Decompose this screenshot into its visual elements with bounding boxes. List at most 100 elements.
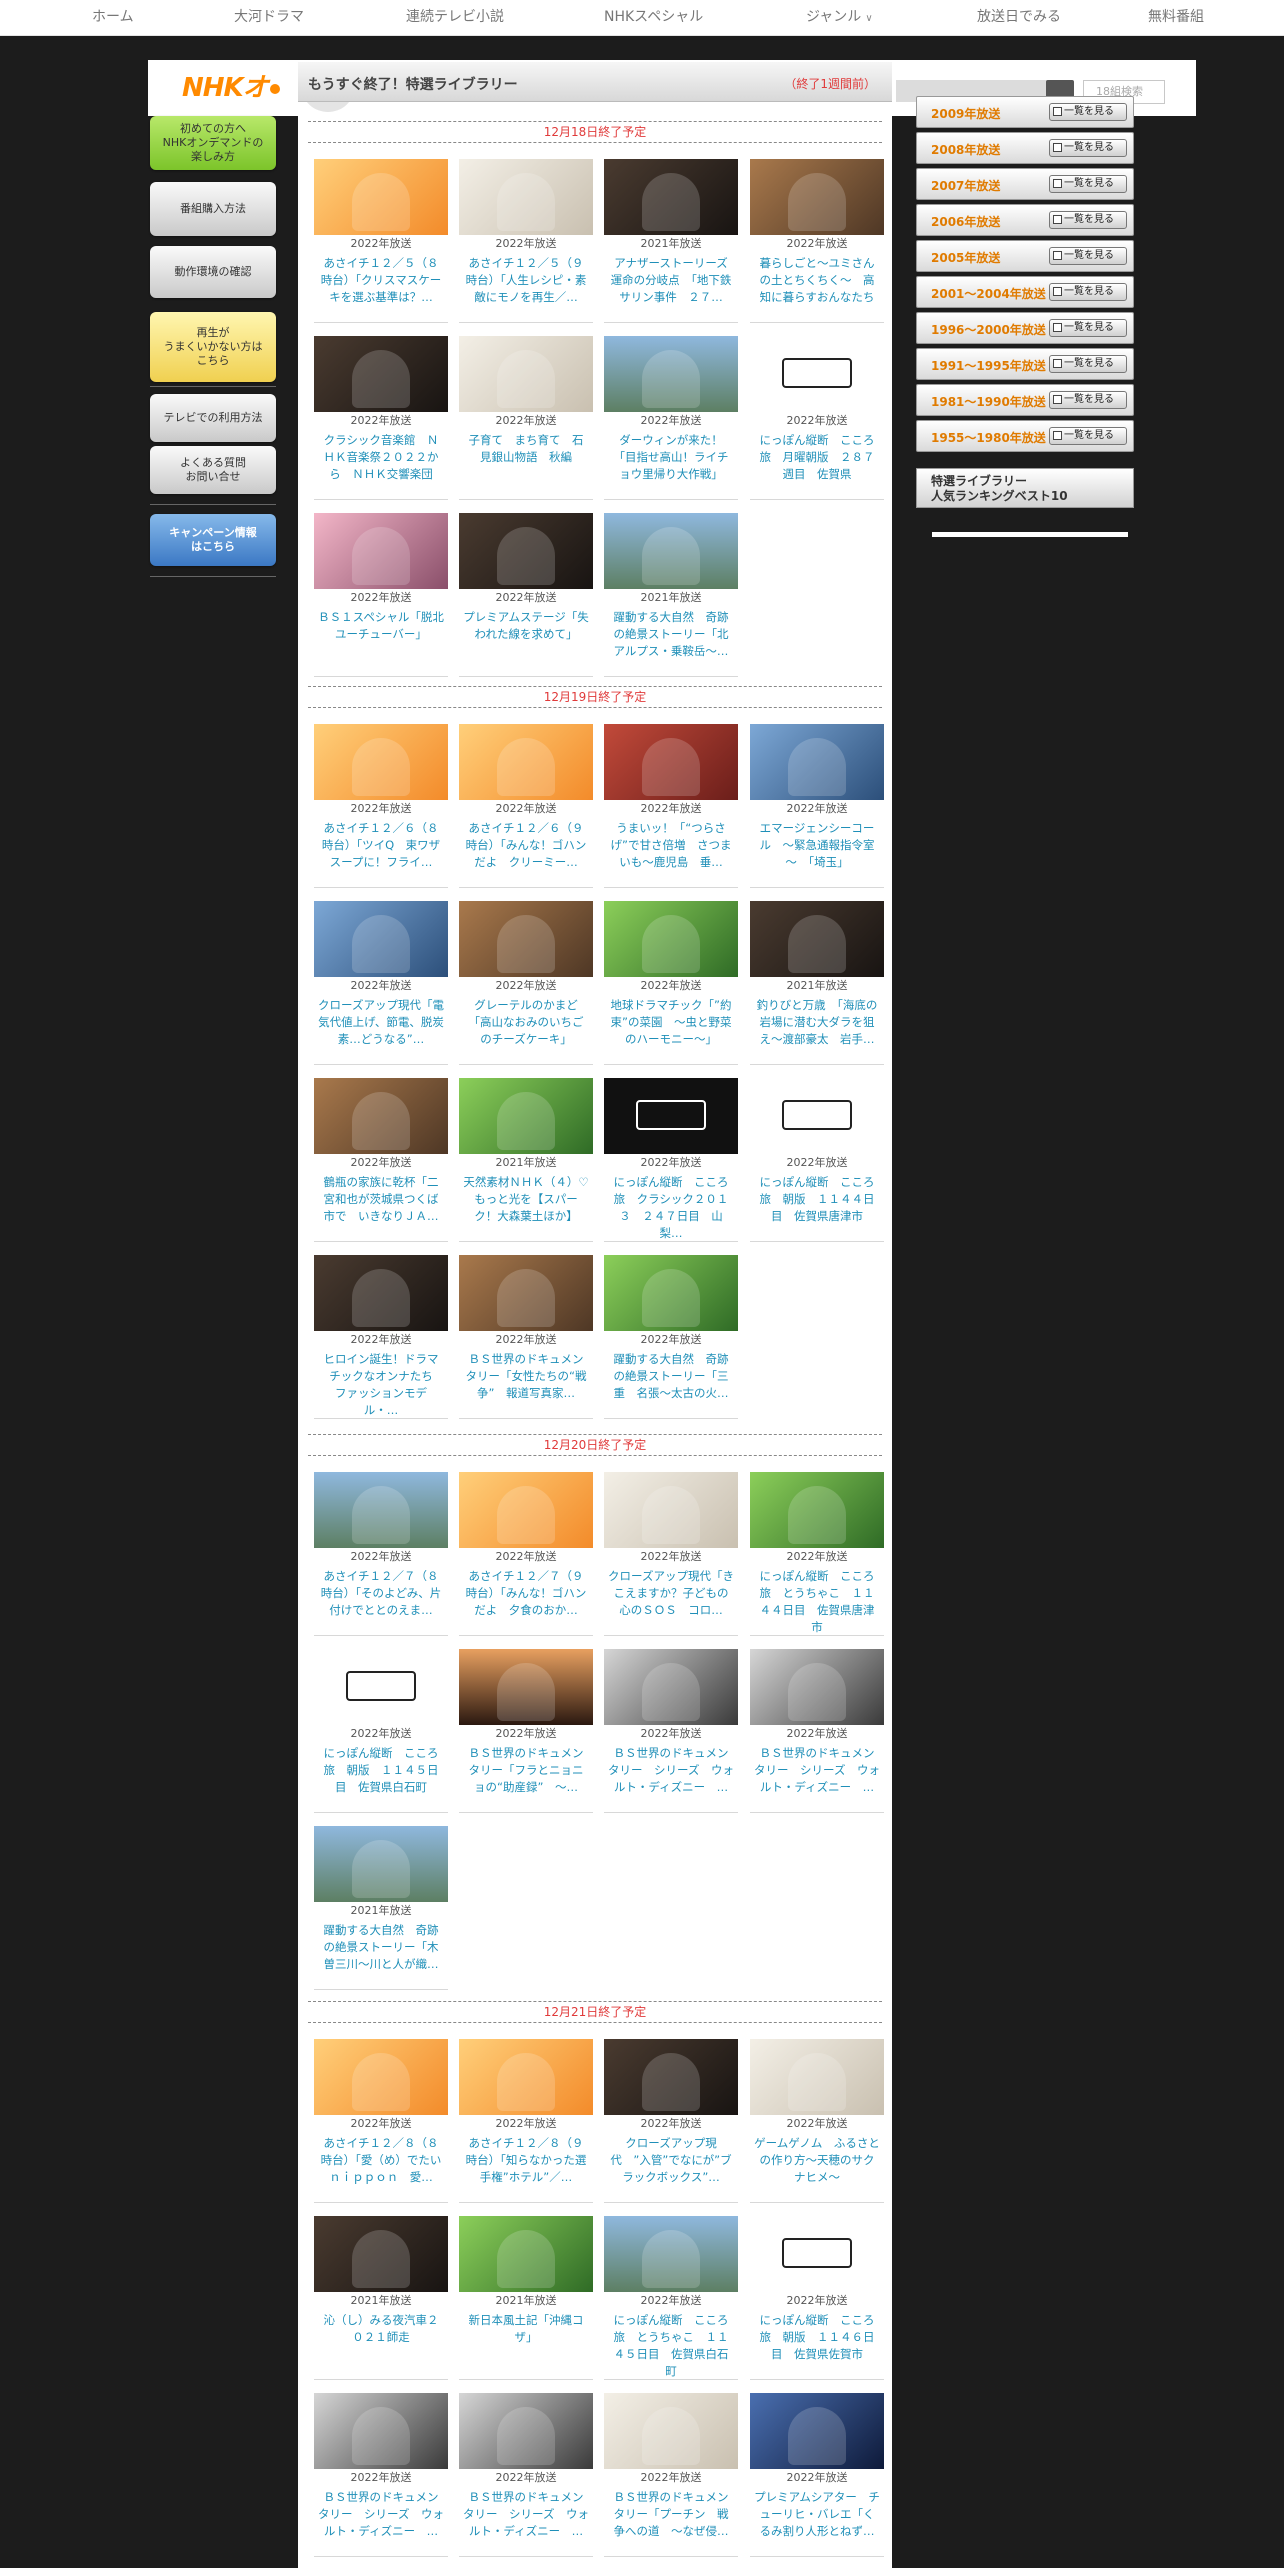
program-card[interactable]: 2021年放送 沁（し）みる夜汽車２０２１師走: [314, 2216, 448, 2382]
program-title-link[interactable]: クラシック音楽館 ＮＨＫ音楽祭２０２２から ＮＨＫ交響楽団: [318, 432, 444, 498]
program-thumbnail[interactable]: [459, 724, 593, 800]
program-title-link[interactable]: ＢＳ世界のドキュメンタリー シリーズ ウォルト・ディズニー …: [754, 1745, 880, 1811]
program-card[interactable]: 2022年放送 暮らしごと～ユミさんの土とちくちく～ 高知に暮らすおんなたち: [750, 159, 884, 325]
program-thumbnail[interactable]: [604, 901, 738, 977]
program-card[interactable]: 2022年放送 プレミアムシアター チューリヒ・バレエ「くるみ割り人形とねず…: [750, 2393, 884, 2559]
nav-item[interactable]: 連続テレビ小説: [406, 0, 504, 36]
program-thumbnail[interactable]: [604, 513, 738, 589]
program-title-link[interactable]: にっぽん縦断 こころ旅 とうちゃこ １１４４日目 佐賀県唐津市: [754, 1568, 880, 1634]
view-all-button[interactable]: 一覧を見る: [1049, 103, 1127, 121]
program-title-link[interactable]: にっぽん縦断 こころ旅 朝版 １１４４日目 佐賀県唐津市: [754, 1174, 880, 1240]
program-thumbnail[interactable]: [459, 2039, 593, 2115]
program-thumbnail[interactable]: [750, 901, 884, 977]
year-list-row[interactable]: 1996～2000年放送 一覧を見る: [916, 312, 1134, 344]
program-thumbnail[interactable]: [750, 2216, 884, 2292]
program-title-link[interactable]: ＢＳ世界のドキュメンタリー「フラとニョニョの“助産録” ～…: [463, 1745, 589, 1811]
program-thumbnail[interactable]: [459, 1472, 593, 1548]
program-title-link[interactable]: クローズアップ現代「電気代値上げ、節電、脱炭素…どうなる”…: [318, 997, 444, 1063]
nav-item[interactable]: ホーム: [92, 0, 134, 36]
program-thumbnail[interactable]: [604, 1472, 738, 1548]
program-card[interactable]: 2022年放送 ＢＳ世界のドキュメンタリー「女性たちの“戦争” 報道写真家…: [459, 1255, 593, 1421]
sidebar-button[interactable]: テレビでの利用方法: [150, 394, 276, 442]
program-thumbnail[interactable]: [314, 901, 448, 977]
program-card[interactable]: 2022年放送 クラシック音楽館 ＮＨＫ音楽祭２０２２から ＮＨＫ交響楽団: [314, 336, 448, 502]
program-title-link[interactable]: クローズアップ現代「きこえますか？子どもの心のＳＯＳ コロ…: [608, 1568, 734, 1634]
program-title-link[interactable]: ゲームゲノム ふるさとの作り方～天穂のサクナヒメ～: [754, 2135, 880, 2201]
program-title-link[interactable]: 沁（し）みる夜汽車２０２１師走: [318, 2312, 444, 2378]
program-title-link[interactable]: にっぽん縦断 こころ旅 クラシック２０１３ ２４７日目 山梨…: [608, 1174, 734, 1240]
program-card[interactable]: 2022年放送 ＢＳ１スペシャル「脱北ユーチューバー」: [314, 513, 448, 679]
view-all-button[interactable]: 一覧を見る: [1049, 427, 1127, 445]
program-thumbnail[interactable]: [314, 724, 448, 800]
program-title-link[interactable]: ヒロイン誕生！ドラマチックなオンナたち ファッションモデル・…: [318, 1351, 445, 1417]
program-thumbnail[interactable]: [314, 1472, 448, 1548]
program-card[interactable]: 2022年放送 あさイチ１２／８（９時台）「知らなかった選手権”ホテル”／…: [459, 2039, 593, 2205]
program-title-link[interactable]: にっぽん縦断 こころ旅 月曜朝版 ２８７週目 佐賀県: [754, 432, 880, 498]
nav-item[interactable]: 放送日でみる: [977, 0, 1061, 36]
program-title-link[interactable]: 躍動する大自然 奇跡の絶景ストーリー「木曽三川～川と人が織…: [318, 1922, 444, 1988]
program-card[interactable]: 2022年放送 あさイチ１２／６（９時台）「みんな！ゴハンだよ クリーミー…: [459, 724, 593, 890]
sidebar-button[interactable]: よくある質問 お問い合せ: [150, 446, 276, 494]
program-title-link[interactable]: にっぽん縦断 こころ旅 とうちゃこ １１４５日目 佐賀県白石町: [608, 2312, 734, 2378]
program-card[interactable]: 2022年放送 ＢＳ世界のドキュメンタリー シリーズ ウォルト・ディズニー …: [604, 1649, 738, 1815]
program-card[interactable]: 2022年放送 子育て まち育て 石見銀山物語 秋編: [459, 336, 593, 502]
program-card[interactable]: 2022年放送 ＢＳ世界のドキュメンタリー シリーズ ウォルト・ディズニー …: [459, 2393, 593, 2559]
program-title-link[interactable]: プレミアムシアター チューリヒ・バレエ「くるみ割り人形とねず…: [754, 2489, 880, 2555]
program-card[interactable]: 2022年放送 地球ドラマチック「”約束”の菜園 ～虫と野菜のハーモニー～」: [604, 901, 738, 1067]
program-card[interactable]: 2022年放送 うまいッ！「“つらさげ”で甘さ倍増 さつまいも～鹿児島 垂…: [604, 724, 738, 890]
program-title-link[interactable]: 鶴瓶の家族に乾杯「二宮和也が茨城県つくば市で いきなりＪＡ…: [318, 1174, 444, 1240]
program-title-link[interactable]: うまいッ！「“つらさげ”で甘さ倍増 さつまいも～鹿児島 垂…: [608, 820, 734, 886]
program-thumbnail[interactable]: [604, 159, 738, 235]
view-all-button[interactable]: 一覧を見る: [1049, 319, 1127, 337]
view-all-button[interactable]: 一覧を見る: [1049, 391, 1127, 409]
program-thumbnail[interactable]: [604, 724, 738, 800]
program-title-link[interactable]: 躍動する大自然 奇跡の絶景ストーリー「三重 名張～太古の火…: [608, 1351, 734, 1417]
program-card[interactable]: 2022年放送 クローズアップ現代 ”入管”でなにが”ブラックボックス”…: [604, 2039, 738, 2205]
program-title-link[interactable]: ダーウィンが来た！「目指せ高山！ライチョウ里帰り大作戦」: [608, 432, 734, 498]
program-thumbnail[interactable]: [314, 1826, 448, 1902]
program-thumbnail[interactable]: [314, 2216, 448, 2292]
program-card[interactable]: 2022年放送 ＢＳ世界のドキュメンタリー「プーチン 戦争への道 ～なぜ侵…: [604, 2393, 738, 2559]
program-card[interactable]: 2022年放送 ＢＳ世界のドキュメンタリー シリーズ ウォルト・ディズニー …: [314, 2393, 448, 2559]
nav-item[interactable]: NHKスペシャル: [604, 0, 703, 36]
program-card[interactable]: 2022年放送 ダーウィンが来た！「目指せ高山！ライチョウ里帰り大作戦」: [604, 336, 738, 502]
program-title-link[interactable]: 新日本風土記「沖縄コザ」: [463, 2312, 589, 2378]
program-title-link[interactable]: アナザーストーリーズ 運命の分岐点 「地下鉄サリン事件 ２７…: [608, 255, 734, 321]
program-title-link[interactable]: ＢＳ世界のドキュメンタリー シリーズ ウォルト・ディズニー …: [608, 1745, 734, 1811]
nhk-ondemand-logo[interactable]: NHKオ: [182, 72, 280, 104]
program-title-link[interactable]: あさイチ１２／５（９時台）「人生レシピ・素敵にモノを再生／…: [463, 255, 589, 321]
program-thumbnail[interactable]: [314, 336, 448, 412]
program-title-link[interactable]: あさイチ１２／７（８時台）「そのよどみ、片付けでととのえま…: [318, 1568, 444, 1634]
program-title-link[interactable]: クローズアップ現代 ”入管”でなにが”ブラックボックス”…: [608, 2135, 734, 2201]
sidebar-button[interactable]: 動作環境の確認: [150, 246, 276, 298]
program-thumbnail[interactable]: [314, 1255, 448, 1331]
program-title-link[interactable]: ＢＳ１スペシャル「脱北ユーチューバー」: [318, 609, 444, 675]
program-thumbnail[interactable]: [750, 1472, 884, 1548]
program-card[interactable]: 2022年放送 エマージェンシーコール ～緊急通報指令室～ 「埼玉」: [750, 724, 884, 890]
program-thumbnail[interactable]: [604, 1078, 738, 1154]
program-card[interactable]: 2021年放送 天然素材ＮＨＫ（４）♡もっと光を【スパーク！大森葉土ほか】: [459, 1078, 593, 1244]
program-thumbnail[interactable]: [314, 2393, 448, 2469]
program-thumbnail[interactable]: [314, 1078, 448, 1154]
program-card[interactable]: 2022年放送 グレーテルのかまど「高山なおみのいちごのチーズケーキ」: [459, 901, 593, 1067]
program-thumbnail[interactable]: [459, 2216, 593, 2292]
program-card[interactable]: 2022年放送 あさイチ１２／８（８時台）「愛（め）でたいｎｉｐｐｏｎ 愛…: [314, 2039, 448, 2205]
program-card[interactable]: 2022年放送 あさイチ１２／７（８時台）「そのよどみ、片付けでととのえま…: [314, 1472, 448, 1638]
year-list-row[interactable]: 2008年放送 一覧を見る: [916, 132, 1134, 164]
sidebar-button[interactable]: 番組購入方法: [150, 182, 276, 236]
year-list-row[interactable]: 1991～1995年放送 一覧を見る: [916, 348, 1134, 380]
program-title-link[interactable]: グレーテルのかまど「高山なおみのいちごのチーズケーキ」: [463, 997, 589, 1063]
program-thumbnail[interactable]: [314, 513, 448, 589]
program-thumbnail[interactable]: [459, 159, 593, 235]
program-title-link[interactable]: 躍動する大自然 奇跡の絶景ストーリー「北アルプス・乗鞍岳～…: [608, 609, 734, 675]
program-thumbnail[interactable]: [459, 513, 593, 589]
program-card[interactable]: 2022年放送 クローズアップ現代「電気代値上げ、節電、脱炭素…どうなる”…: [314, 901, 448, 1067]
program-card[interactable]: 2021年放送 新日本風土記「沖縄コザ」: [459, 2216, 593, 2382]
program-card[interactable]: 2022年放送 あさイチ１２／５（８時台）「クリスマスケーキを選ぶ基準は？…: [314, 159, 448, 325]
program-thumbnail[interactable]: [750, 724, 884, 800]
program-title-link[interactable]: あさイチ１２／７（９時台）「みんな！ゴハンだよ 夕食のおか…: [463, 1568, 589, 1634]
program-thumbnail[interactable]: [459, 1078, 593, 1154]
program-thumbnail[interactable]: [604, 2039, 738, 2115]
program-card[interactable]: 2022年放送 にっぽん縦断 こころ旅 朝版 １１４６日目 佐賀県佐賀市: [750, 2216, 884, 2382]
program-card[interactable]: 2022年放送 ＢＳ世界のドキュメンタリー「フラとニョニョの“助産録” ～…: [459, 1649, 593, 1815]
